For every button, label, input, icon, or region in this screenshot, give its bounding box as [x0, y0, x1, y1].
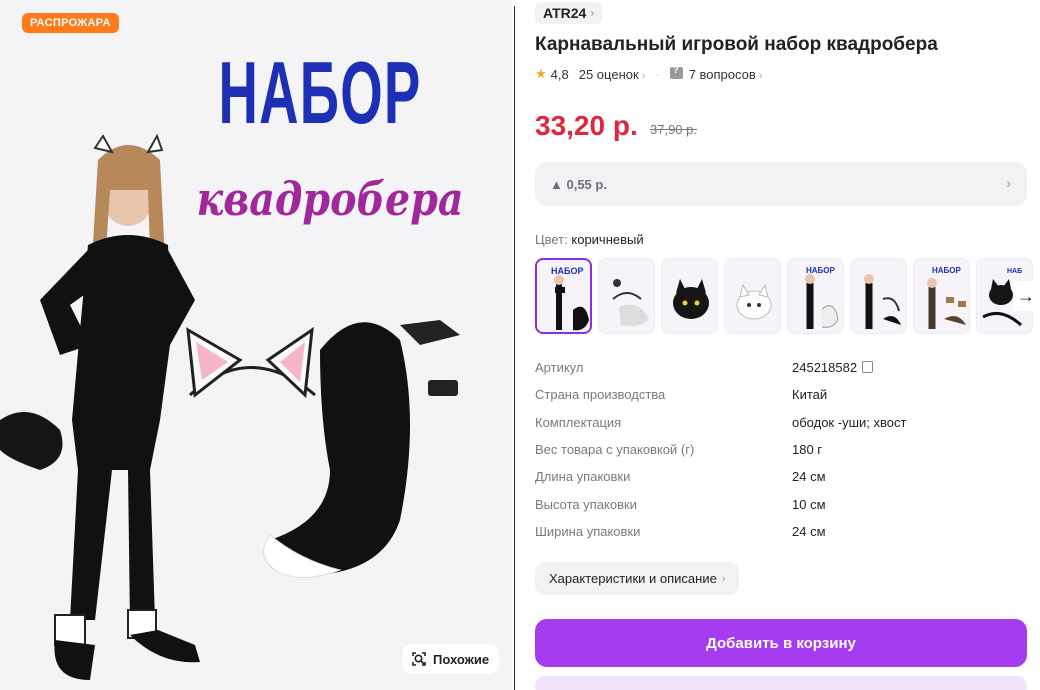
spec-row: Комплектация ободок -уши; хвост: [535, 415, 1027, 435]
rating-value: 4,8: [550, 66, 569, 82]
brand-link[interactable]: ATR24 ›: [535, 2, 603, 24]
secondary-button[interactable]: [535, 676, 1027, 690]
divider: [514, 6, 515, 690]
thumbnail-image: [673, 279, 709, 319]
star-icon: ★: [535, 66, 547, 81]
spec-key: Страна производства: [535, 387, 666, 403]
spec-key: Артикул: [535, 360, 584, 375]
spec-value-text: 180 г: [792, 441, 823, 457]
image-title: НАБОР: [218, 43, 422, 142]
sale-badge: РАСПРОЖАРА: [22, 13, 119, 33]
price-history-button[interactable]: ▲ 0,55 р. ›: [535, 162, 1027, 206]
color-thumbnail[interactable]: [724, 258, 781, 334]
product-page: РАСПРОЖАРА НАБОР квадробера Похожие ATR2…: [0, 0, 1040, 690]
spec-row: Вес товара с упаковкой (г) 180 г: [535, 442, 1027, 462]
color-thumbnail[interactable]: [598, 258, 655, 334]
copy-icon[interactable]: [862, 361, 874, 373]
svg-text:НАБОР: НАБОР: [551, 266, 583, 276]
color-thumbnail[interactable]: НАБОР: [913, 258, 970, 334]
spec-value: 24 см: [792, 469, 826, 484]
question-icon: [669, 65, 683, 79]
add-to-cart-button[interactable]: Добавить в корзину: [535, 619, 1027, 667]
color-thumbnail[interactable]: [661, 258, 718, 334]
thumbnail-image: НАБОР: [927, 266, 966, 329]
spec-value: 24 см: [792, 524, 826, 539]
product-image[interactable]: РАСПРОЖАРА НАБОР квадробера Похожие: [0, 0, 512, 690]
reviews-count: 25 оценок: [578, 66, 639, 82]
thumbnail-image: [612, 279, 649, 327]
similar-label: Похожие: [433, 651, 490, 667]
search-similar-icon: [412, 652, 426, 666]
chevron-right-icon: ›: [590, 6, 595, 20]
rating-row: ★ 4,8 25 оценок› · 7 вопросов›: [535, 65, 763, 82]
reviews-link[interactable]: 25 оценок ›: [579, 67, 646, 82]
spec-key: Вес товара с упаковкой (г): [535, 441, 695, 457]
dot-separator: ·: [655, 66, 660, 82]
characteristics-label: Характеристики и описание: [549, 571, 717, 586]
spec-key: Ширина упаковки: [535, 523, 641, 539]
spec-value-text: 24 см: [792, 469, 826, 485]
brand-name: ATR24: [543, 5, 587, 21]
thumbnail-image: НАБОР: [551, 266, 589, 331]
svg-text:НАБОР: НАБОР: [806, 266, 836, 275]
current-price: 33,20 р.: [535, 110, 638, 141]
color-label-key: Цвет:: [535, 232, 568, 247]
spec-key: Длина упаковки: [535, 469, 631, 485]
thumbnail-image: [736, 283, 772, 320]
color-thumbnail[interactable]: НАБОР: [535, 258, 592, 334]
price-delta: ▲ 0,55 р.: [550, 177, 607, 192]
chevron-right-icon: ›: [758, 69, 763, 82]
color-thumbnail[interactable]: НАБОР: [787, 258, 844, 334]
chevron-right-icon: ›: [721, 572, 726, 585]
color-label: Цвет: коричневый: [535, 232, 644, 247]
spec-value-text: Китай: [792, 387, 828, 403]
spec-value: 180 г: [792, 442, 822, 457]
spec-value: 245218582: [792, 360, 874, 375]
similar-button[interactable]: Похожие: [402, 644, 500, 674]
color-value: коричневый: [571, 232, 644, 247]
spec-value: 10 см: [792, 497, 826, 512]
spec-row: Страна производства Китай: [535, 387, 1027, 407]
svg-text:НАБ: НАБ: [1007, 268, 1022, 275]
spec-row: Ширина упаковки 24 см: [535, 524, 1027, 544]
spec-value-text: ободок -уши; хвост: [792, 414, 907, 430]
spec-row: Высота упаковки 10 см: [535, 497, 1027, 517]
thumbnail-image: [864, 274, 901, 329]
spec-value: Китай: [792, 387, 827, 402]
svg-text:НАБОР: НАБОР: [932, 266, 962, 275]
chevron-right-icon: ›: [641, 69, 646, 82]
thumbnails-next-arrow-icon[interactable]: →: [1013, 281, 1039, 311]
spec-value: ободок -уши; хвост: [792, 415, 906, 430]
color-thumbnail[interactable]: [850, 258, 907, 334]
spec-key: Комплектация: [535, 414, 622, 430]
thumbnail-image: НАБОР: [805, 266, 839, 329]
spec-key: Высота упаковки: [535, 496, 637, 512]
old-price: 37,90 р.: [650, 122, 697, 137]
product-title: Карнавальный игровой набор квадробера: [535, 34, 938, 55]
spec-value-text: 10 см: [792, 496, 826, 512]
spec-row: Артикул 245218582: [535, 360, 1027, 380]
image-subtitle: квадробера: [196, 172, 464, 226]
spec-row: Длина упаковки 24 см: [535, 469, 1027, 489]
color-thumbnails: НАБОР НАБОР НАБОР НАБ: [535, 258, 1035, 336]
questions-link[interactable]: 7 вопросов›: [669, 65, 763, 82]
spec-value-text: 24 см: [792, 523, 826, 539]
chevron-right-icon: ›: [1006, 175, 1011, 191]
questions-count: 7 вопросов: [688, 66, 756, 82]
characteristics-button[interactable]: Характеристики и описание ›: [535, 562, 740, 595]
spec-value-text: 245218582: [792, 360, 858, 375]
